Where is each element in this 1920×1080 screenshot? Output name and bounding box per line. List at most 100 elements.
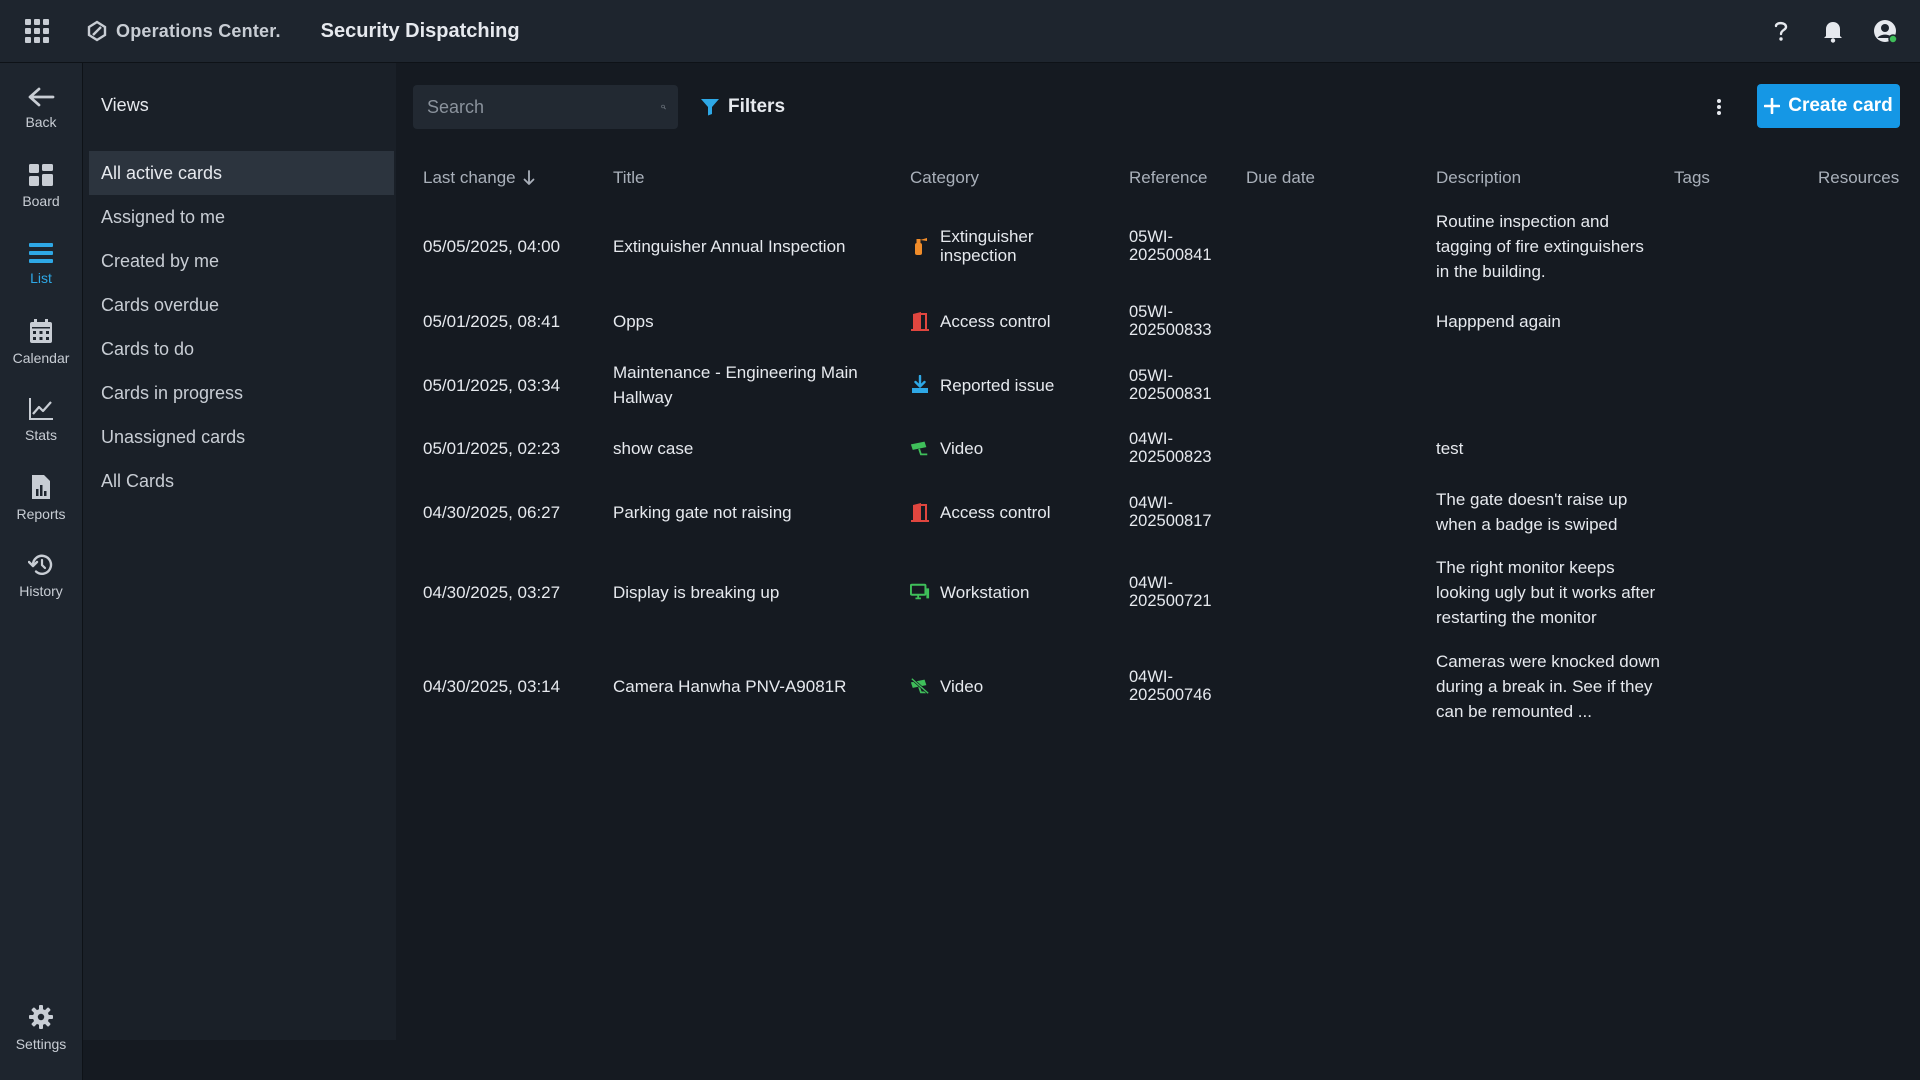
reference-prefix: 05WI- [1129,367,1174,385]
rail-list-label: List [30,270,52,286]
main-content: Filters Create card Last change Title Ca… [400,63,1920,1080]
cell-title: Maintenance - Engineering Main Hallway [613,363,858,407]
arrow-left-icon [28,87,55,107]
cell-category: Access control [910,289,1110,353]
column-header-due-date[interactable]: Due date [1246,158,1315,198]
column-header-resources[interactable]: Resources [1818,158,1899,198]
user-avatar-icon[interactable] [1870,16,1900,46]
plus-icon [1764,98,1781,114]
rail-calendar[interactable]: Calendar [0,307,82,377]
table-row[interactable]: 05/01/2025, 03:34 Maintenance - Engineer… [412,353,1912,417]
table-row[interactable]: 05/01/2025, 02:23 show case Video 04WI- … [412,417,1912,479]
column-header-reference[interactable]: Reference [1129,158,1207,198]
table-row[interactable]: 05/05/2025, 04:00 Extinguisher Annual In… [412,203,1912,289]
views-panel: Views All active cards Assigned to me Cr… [83,63,396,1040]
app-launcher-button[interactable] [0,0,74,62]
cell-category: Access control [910,479,1110,545]
page-title: Security Dispatching [320,19,520,42]
cell-last-change: 05/05/2025, 04:00 [423,236,561,256]
cell-last-change: 05/01/2025, 02:23 [423,438,561,458]
column-header-last-change[interactable]: Last change [423,158,536,198]
cell-reference: 04WI- 202500721 [1129,545,1229,639]
cell-category-label: Access control [940,502,1051,522]
calendar-icon [30,319,52,343]
filters-button[interactable]: Filters [700,85,785,129]
cell-last-change: 04/30/2025, 06:27 [423,502,561,522]
cell-reference: 04WI- 202500817 [1129,479,1229,545]
cell-title: Extinguisher Annual Inspection [613,236,846,256]
column-header-tags[interactable]: Tags [1674,158,1710,198]
column-header-category[interactable]: Category [910,158,979,198]
cell-description: Routine inspection and tagging of fire e… [1436,211,1644,281]
gear-icon [29,1005,53,1029]
search-box [413,85,678,129]
cell-title: Display is breaking up [613,582,780,602]
column-label-last-change: Last change [423,168,516,187]
cell-category-label: Reported issue [940,375,1055,395]
help-icon[interactable] [1766,16,1796,46]
filter-funnel-icon [701,99,719,116]
rail-history-label: History [19,583,63,599]
view-all-cards[interactable]: All Cards [89,459,394,503]
view-unassigned-cards[interactable]: Unassigned cards [89,415,394,459]
cell-description: Cameras were knocked down during a break… [1436,651,1660,721]
cell-reference: 05WI- 202500831 [1129,353,1229,417]
kebab-menu-icon [1717,99,1721,115]
door-access-icon [910,311,930,331]
cell-title: Camera Hanwha PNV-A9081R [613,676,847,696]
top-bar: Operations Center. Security Dispatching [0,0,1920,63]
reference-number: 202500833 [1129,321,1212,339]
column-header-title[interactable]: Title [613,158,645,198]
rail-list[interactable]: List [0,229,82,299]
reference-number: 202500823 [1129,448,1212,466]
rail-settings[interactable]: Settings [0,993,82,1063]
reference-prefix: 04WI- [1129,430,1174,448]
table-row[interactable]: 04/30/2025, 03:27 Display is breaking up… [412,545,1912,639]
table-row[interactable]: 04/30/2025, 06:27 Parking gate not raisi… [412,479,1912,545]
more-options-button[interactable] [1705,93,1733,121]
cell-category-label: Workstation [940,582,1030,602]
cell-title: show case [613,438,694,458]
search-input[interactable] [425,95,661,119]
stats-icon [29,398,53,420]
fire-extinguisher-icon [910,236,930,256]
view-all-active-cards[interactable]: All active cards [89,151,394,195]
rail-stats-label: Stats [25,427,57,443]
door-access-icon [910,502,930,522]
create-card-label: Create card [1788,95,1893,116]
cell-category-label: Video [940,438,984,458]
table-row[interactable]: 05/01/2025, 08:41 Opps Access control 05… [412,289,1912,353]
view-cards-in-progress[interactable]: Cards in progress [89,371,394,415]
cell-category-label: Access control [940,311,1051,331]
cell-description: The right monitor keeps looking ugly but… [1436,557,1656,627]
view-assigned-to-me[interactable]: Assigned to me [89,195,394,239]
rail-back-label: Back [25,114,57,130]
rail-reports[interactable]: Reports [0,463,82,533]
history-icon [28,554,53,575]
reports-icon [32,475,50,499]
column-header-description[interactable]: Description [1436,158,1521,198]
cell-description: Happpend again [1436,311,1561,331]
search-icon[interactable] [661,97,666,117]
rail-back[interactable]: Back [0,73,82,143]
cell-category: Workstation [910,545,1110,639]
view-created-by-me[interactable]: Created by me [89,239,394,283]
rail-board[interactable]: Board [0,151,82,221]
rail-stats[interactable]: Stats [0,385,82,455]
camera-icon [910,438,930,458]
view-cards-overdue[interactable]: Cards overdue [89,283,394,327]
rail-calendar-label: Calendar [12,350,70,366]
cell-category: Extinguisher inspection [910,203,1110,289]
table-row[interactable]: 04/30/2025, 03:14 Camera Hanwha PNV-A908… [412,639,1912,733]
brand-name: Operations Center. [116,20,281,41]
reference-prefix: 04WI- [1129,668,1174,686]
view-cards-to-do[interactable]: Cards to do [89,327,394,371]
cell-reference: 05WI- 202500833 [1129,289,1229,353]
create-card-button[interactable]: Create card [1757,84,1900,128]
cell-last-change: 05/01/2025, 03:34 [423,375,561,395]
cell-last-change: 04/30/2025, 03:27 [423,582,561,602]
cell-title: Opps [613,311,654,331]
rail-history[interactable]: History [0,541,82,611]
cell-reference: 04WI- 202500746 [1129,639,1229,733]
notifications-bell-icon[interactable] [1818,16,1848,46]
